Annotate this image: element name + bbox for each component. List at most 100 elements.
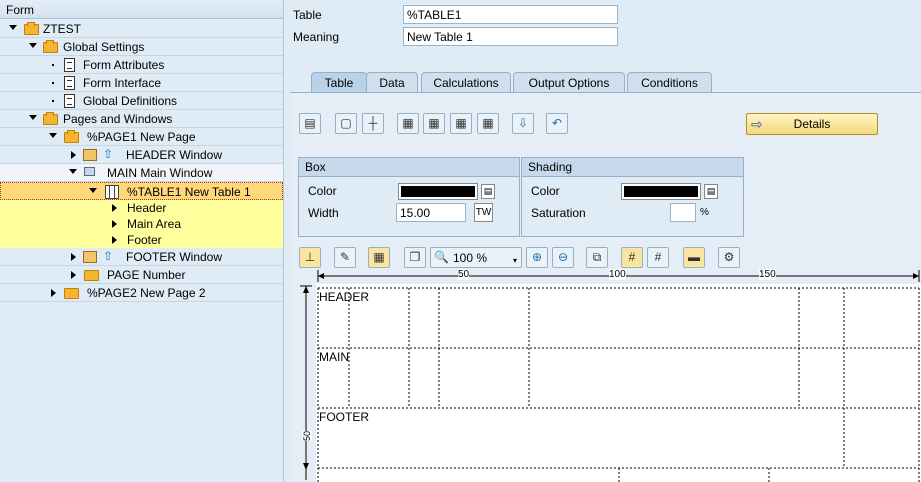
table-layout-icon: ▤: [304, 116, 316, 130]
tree-node-header-window[interactable]: ⇧ HEADER Window: [0, 146, 283, 164]
upload-arrow-icon: ⇧: [103, 249, 114, 263]
expand-arrow-icon[interactable]: [49, 133, 57, 138]
pin-button[interactable]: ⊥: [299, 247, 321, 268]
collapse-arrow-icon[interactable]: [71, 271, 76, 279]
zoom-dropdown[interactable]: 🔍 100 % ▾: [430, 247, 522, 268]
undo-button[interactable]: ↶: [546, 113, 568, 134]
shading-color-swatch[interactable]: [621, 183, 701, 200]
leaf-bullet-icon: [52, 82, 54, 84]
tab-output-options[interactable]: Output Options: [513, 72, 625, 93]
tree-node-ztest[interactable]: ZTEST: [0, 20, 283, 38]
upload-arrow-icon: ⇧: [103, 147, 114, 161]
tab-table[interactable]: Table: [311, 72, 367, 93]
tab-data[interactable]: Data: [366, 72, 418, 93]
tree-node-label: ZTEST: [43, 22, 81, 36]
tree-node-label: Footer: [127, 233, 162, 247]
inner-lines-button[interactable]: ┼: [362, 113, 384, 134]
grid-button[interactable]: #: [621, 247, 643, 268]
tree-node-label: Main Area: [127, 217, 182, 231]
table-editor-panel: Table %TABLE1 Meaning New Table 1 Table …: [290, 0, 921, 482]
tree-node-global-definitions[interactable]: Global Definitions: [0, 92, 283, 110]
pencil-button[interactable]: ✎: [334, 247, 356, 268]
folder-open-icon: [43, 112, 58, 125]
cell-button[interactable]: ▦: [368, 247, 390, 268]
box-width-unit[interactable]: TW: [474, 203, 493, 222]
tree-node-table1[interactable]: %TABLE1 New Table 1: [0, 182, 283, 200]
line-right-button[interactable]: ▦: [423, 113, 445, 134]
tree-node-global-settings[interactable]: Global Settings: [0, 38, 283, 56]
box-color-swatch[interactable]: [398, 183, 478, 200]
tree-node-label: FOOTER Window: [126, 250, 223, 264]
tree-node-label: PAGE Number: [107, 268, 186, 282]
color-picker-icon[interactable]: ▤: [481, 184, 495, 199]
import-button[interactable]: ⇩: [512, 113, 534, 134]
tree-node-page-number[interactable]: PAGE Number: [0, 266, 283, 284]
pin-icon: ⊥: [304, 250, 316, 264]
box-width-value: 15.00: [400, 206, 431, 220]
horizontal-ruler: 50 100 150: [316, 269, 921, 283]
ruler-button[interactable]: ▬: [683, 247, 705, 268]
box-width-label: Width: [308, 206, 339, 220]
collapse-arrow-icon[interactable]: [112, 236, 117, 244]
folder-open-icon: [43, 40, 58, 53]
header-cell-label: HEADER: [319, 290, 370, 304]
grid-icon: #: [628, 250, 636, 264]
tree-node-table-main-area[interactable]: Main Area: [0, 216, 283, 232]
outer-frame-button[interactable]: ▢: [335, 113, 357, 134]
folder-icon: [84, 270, 99, 281]
line-bottom-button[interactable]: ▦: [477, 113, 499, 134]
tab-calculations[interactable]: Calculations: [421, 72, 511, 93]
tree-node-label: MAIN Main Window: [107, 166, 213, 180]
grid-icon: ┼: [368, 116, 378, 130]
expand-arrow-icon[interactable]: [29, 43, 37, 48]
collapse-arrow-icon[interactable]: [51, 289, 56, 297]
table-name-value: %TABLE1: [407, 8, 462, 22]
expand-arrow-icon[interactable]: [9, 25, 17, 30]
frame-icon: ▢: [340, 116, 352, 130]
tree-node-page2[interactable]: %PAGE2 New Page 2: [0, 284, 283, 302]
expand-arrow-icon[interactable]: [69, 169, 77, 174]
tab-conditions[interactable]: Conditions: [627, 72, 712, 93]
box-group-title: Box: [299, 158, 519, 177]
copy-button[interactable]: ❐: [404, 247, 426, 268]
zoom-out-button[interactable]: ⊖: [552, 247, 574, 268]
details-button[interactable]: ⇨ Details: [746, 113, 878, 135]
expand-arrow-icon[interactable]: [89, 188, 97, 193]
collapse-arrow-icon[interactable]: [112, 220, 117, 228]
collapse-arrow-icon[interactable]: [71, 253, 76, 261]
expand-arrow-icon[interactable]: [29, 115, 37, 120]
tree-node-main-window[interactable]: MAIN Main Window: [0, 164, 283, 182]
tree-node-table-footer[interactable]: Footer: [0, 232, 283, 248]
collapse-arrow-icon[interactable]: [112, 204, 117, 212]
zoom-out-icon: ⊖: [557, 250, 569, 264]
line-top-button[interactable]: ▦: [450, 113, 472, 134]
settings-icon: ⚙: [723, 250, 735, 264]
saturation-field[interactable]: [670, 203, 696, 222]
settings-button[interactable]: ⚙: [718, 247, 740, 268]
tree-node-form-interface[interactable]: Form Interface: [0, 74, 283, 92]
tree-node-pages-and-windows[interactable]: Pages and Windows: [0, 110, 283, 128]
box-width-field[interactable]: 15.00: [396, 203, 466, 222]
folder-icon: [64, 288, 79, 299]
copy-icon: ❐: [409, 250, 421, 264]
zoom-in-button[interactable]: ⊕: [526, 247, 548, 268]
tree-node-table-header[interactable]: Header: [0, 200, 283, 216]
meaning-field[interactable]: New Table 1: [403, 27, 618, 46]
saturation-label: Saturation: [531, 206, 586, 220]
color-picker-icon[interactable]: ▤: [704, 184, 718, 199]
table-layout-canvas[interactable]: HEADER MAIN FOOTER: [316, 284, 921, 482]
table-layout-button[interactable]: ▤: [299, 113, 321, 134]
shading-color-label: Color: [531, 184, 560, 198]
tree-node-form-attributes[interactable]: Form Attributes: [0, 56, 283, 74]
zoom-in-icon: ⊕: [531, 250, 543, 264]
collapse-arrow-icon[interactable]: [71, 151, 76, 159]
line-left-button[interactable]: ▦: [397, 113, 419, 134]
grid-fine-button[interactable]: #: [647, 247, 669, 268]
tree-node-page1[interactable]: %PAGE1 New Page: [0, 128, 283, 146]
fit-page-button[interactable]: ⧉: [586, 247, 608, 268]
tree-header: Form: [0, 0, 283, 19]
details-label: Details: [793, 117, 831, 131]
footer-cell-label: FOOTER: [319, 410, 369, 424]
tree-node-footer-window[interactable]: ⇧ FOOTER Window: [0, 248, 283, 266]
table-name-field[interactable]: %TABLE1: [403, 5, 618, 24]
